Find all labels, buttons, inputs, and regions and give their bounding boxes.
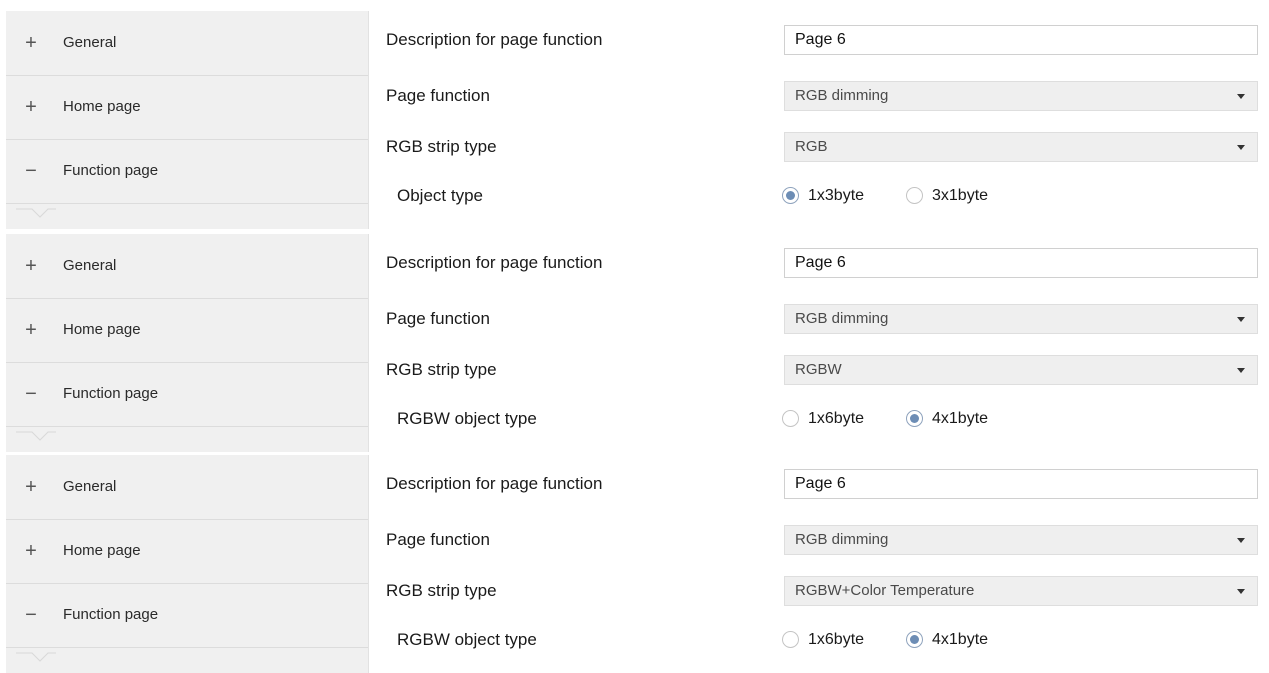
sidebar-item-label: Function page xyxy=(63,606,159,623)
page-function-select[interactable]: RGB dimming xyxy=(784,525,1258,555)
sidebar-nav: + General + Home page − Function page xyxy=(6,455,369,673)
page-function-value: RGB dimming xyxy=(795,310,889,327)
sidebar-nav: + General + Home page − Function page xyxy=(6,234,369,452)
radio-unselected-icon[interactable] xyxy=(906,187,923,204)
sidebar-item-label: Function page xyxy=(63,385,159,402)
radio-option-label: 1x3byte xyxy=(808,187,865,204)
sidebar-subitem-stub xyxy=(6,651,368,673)
radio-option-label: 4x1byte xyxy=(932,410,989,427)
expand-icon[interactable]: + xyxy=(23,519,39,583)
sidebar-subitem-stub xyxy=(6,430,368,452)
sidebar-item[interactable]: + General xyxy=(6,234,368,299)
page-function-label: Page function xyxy=(386,309,490,328)
strip-type-select[interactable]: RGB xyxy=(784,132,1258,162)
sidebar-item[interactable]: − Function page xyxy=(6,139,368,204)
radio-option-label: 3x1byte xyxy=(932,187,989,204)
sidebar-item[interactable]: + Home page xyxy=(6,75,368,140)
chevron-down-icon[interactable] xyxy=(1237,589,1245,594)
parameter-form: Description for page function Page 6 Page … xyxy=(372,11,1269,229)
page-function-value: RGB dimming xyxy=(795,531,889,548)
chevron-down-icon[interactable] xyxy=(1237,538,1245,543)
sidebar-item-label: Function page xyxy=(63,162,159,179)
description-label: Description for page function xyxy=(386,474,603,493)
sidebar-item[interactable]: − Function page xyxy=(6,362,368,427)
sidebar-item-label: General xyxy=(63,257,117,274)
tree-notch-icon xyxy=(16,208,56,218)
sidebar-item-label: Home page xyxy=(63,542,141,559)
strip-type-value: RGBW xyxy=(795,361,842,378)
sidebar-item[interactable]: + General xyxy=(6,455,368,520)
sidebar-item-label: Home page xyxy=(63,321,141,338)
expand-icon[interactable]: + xyxy=(23,455,39,519)
page-function-value: RGB dimming xyxy=(795,87,889,104)
chevron-down-icon[interactable] xyxy=(1237,94,1245,99)
strip-type-label: RGB strip type xyxy=(386,581,497,600)
expand-icon[interactable]: + xyxy=(23,75,39,139)
page-function-label: Page function xyxy=(386,530,490,549)
collapse-icon[interactable]: − xyxy=(23,139,39,203)
description-label: Description for page function xyxy=(386,253,603,272)
object-type-label: RGBW object type xyxy=(397,409,537,428)
radio-selected-icon[interactable] xyxy=(906,631,923,648)
tree-notch-icon xyxy=(16,652,56,662)
sidebar-item-label: General xyxy=(63,478,117,495)
description-input[interactable]: Page 6 xyxy=(784,248,1258,278)
expand-icon[interactable]: + xyxy=(23,298,39,362)
sidebar-item[interactable]: + Home page xyxy=(6,298,368,363)
radio-unselected-icon[interactable] xyxy=(782,631,799,648)
radio-option-label: 4x1byte xyxy=(932,631,989,648)
radio-selected-icon[interactable] xyxy=(906,410,923,427)
strip-type-label: RGB strip type xyxy=(386,137,497,156)
radio-option-label: 1x6byte xyxy=(808,631,865,648)
chevron-down-icon[interactable] xyxy=(1237,368,1245,373)
page-function-label: Page function xyxy=(386,86,490,105)
parameter-form: Description for page function Page 6 Page … xyxy=(372,455,1269,673)
radio-option-label: 1x6byte xyxy=(808,410,865,427)
object-type-label: Object type xyxy=(397,186,483,205)
collapse-icon[interactable]: − xyxy=(23,362,39,426)
sidebar-subitem-stub xyxy=(6,207,368,229)
object-type-label: RGBW object type xyxy=(397,630,537,649)
radio-unselected-icon[interactable] xyxy=(782,410,799,427)
sidebar-item[interactable]: + General xyxy=(6,11,368,76)
collapse-icon[interactable]: − xyxy=(23,583,39,647)
chevron-down-icon[interactable] xyxy=(1237,317,1245,322)
description-label: Description for page function xyxy=(386,30,603,49)
strip-type-value: RGB xyxy=(795,138,828,155)
sidebar-item-label: General xyxy=(63,34,117,51)
strip-type-value: RGBW+Color Temperature xyxy=(795,582,975,599)
sidebar-item-label: Home page xyxy=(63,98,141,115)
description-input[interactable]: Page 6 xyxy=(784,25,1258,55)
tree-notch-icon xyxy=(16,431,56,441)
description-input[interactable]: Page 6 xyxy=(784,469,1258,499)
strip-type-select[interactable]: RGBW xyxy=(784,355,1258,385)
sidebar-item[interactable]: − Function page xyxy=(6,583,368,648)
sidebar-item[interactable]: + Home page xyxy=(6,519,368,584)
expand-icon[interactable]: + xyxy=(23,234,39,298)
strip-type-label: RGB strip type xyxy=(386,360,497,379)
sidebar-nav: + General + Home page − Function page xyxy=(6,11,369,229)
strip-type-select[interactable]: RGBW+Color Temperature xyxy=(784,576,1258,606)
radio-selected-icon[interactable] xyxy=(782,187,799,204)
parameter-form: Description for page function Page 6 Page … xyxy=(372,234,1269,452)
expand-icon[interactable]: + xyxy=(23,11,39,75)
chevron-down-icon[interactable] xyxy=(1237,145,1245,150)
page-function-select[interactable]: RGB dimming xyxy=(784,81,1258,111)
page-function-select[interactable]: RGB dimming xyxy=(784,304,1258,334)
